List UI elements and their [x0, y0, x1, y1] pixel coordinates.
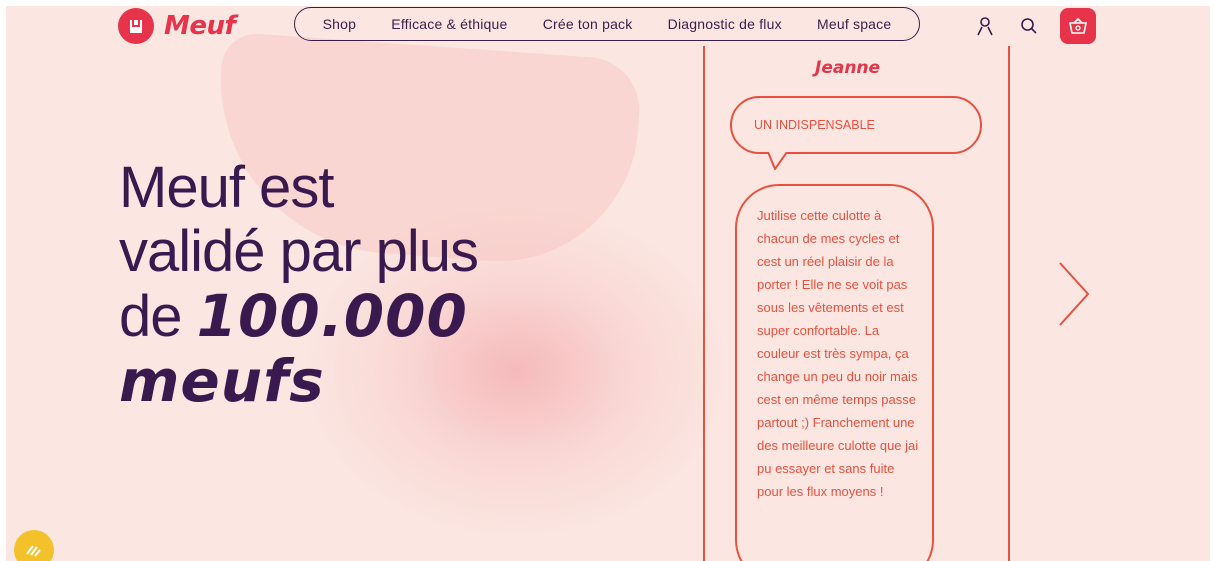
nav-item-diagnostic-de-flux[interactable]: Diagnostic de flux [668, 16, 782, 32]
account-icon[interactable] [974, 15, 996, 37]
nav-item-efficace-ethique[interactable]: Efficace & éthique [391, 16, 507, 32]
brand-logo[interactable]: Meuf [118, 8, 236, 44]
speech-bubble-tail [767, 152, 788, 170]
review-text-bubble: Jutilise cette culotte à chacun de mes c… [735, 184, 934, 561]
brand-name: Meuf [164, 11, 236, 41]
main-nav: Shop Efficace & éthique Crée ton pack Di… [294, 7, 920, 41]
reviewer-name: Jeanne [815, 58, 881, 78]
hero-line-3-prefix: de [119, 284, 197, 349]
review-title: UN INDISPENSABLE [754, 118, 875, 132]
accessibility-badge-icon[interactable] [14, 530, 54, 561]
nav-item-cree-ton-pack[interactable]: Crée ton pack [543, 16, 633, 32]
hero-headline: Meuf est validé par plus de 100.000 meuf… [119, 155, 479, 415]
hero-line-2: validé par plus [119, 219, 479, 284]
hero-line-1: Meuf est [119, 155, 334, 220]
nav-item-shop[interactable]: Shop [323, 16, 357, 32]
text-fade [737, 492, 932, 561]
review-text: Jutilise cette culotte à chacun de mes c… [757, 208, 919, 499]
header-actions [974, 8, 1096, 44]
page: Meuf Shop Efficace & éthique Crée ton pa… [6, 6, 1210, 561]
hero-line-3: de 100.000 [119, 284, 478, 349]
hero-line-4: meufs [119, 347, 325, 415]
search-icon[interactable] [1018, 15, 1040, 37]
cart-icon[interactable] [1060, 8, 1096, 44]
hero-count: 100.000 [196, 282, 468, 350]
review-title-bubble: UN INDISPENSABLE [730, 96, 982, 154]
nav-item-meuf-space[interactable]: Meuf space [817, 16, 891, 32]
review-card: Jeanne UN INDISPENSABLE Jutilise cette c… [703, 46, 1010, 561]
chevron-right-icon[interactable] [1056, 261, 1092, 327]
brand-logo-icon [118, 8, 154, 44]
